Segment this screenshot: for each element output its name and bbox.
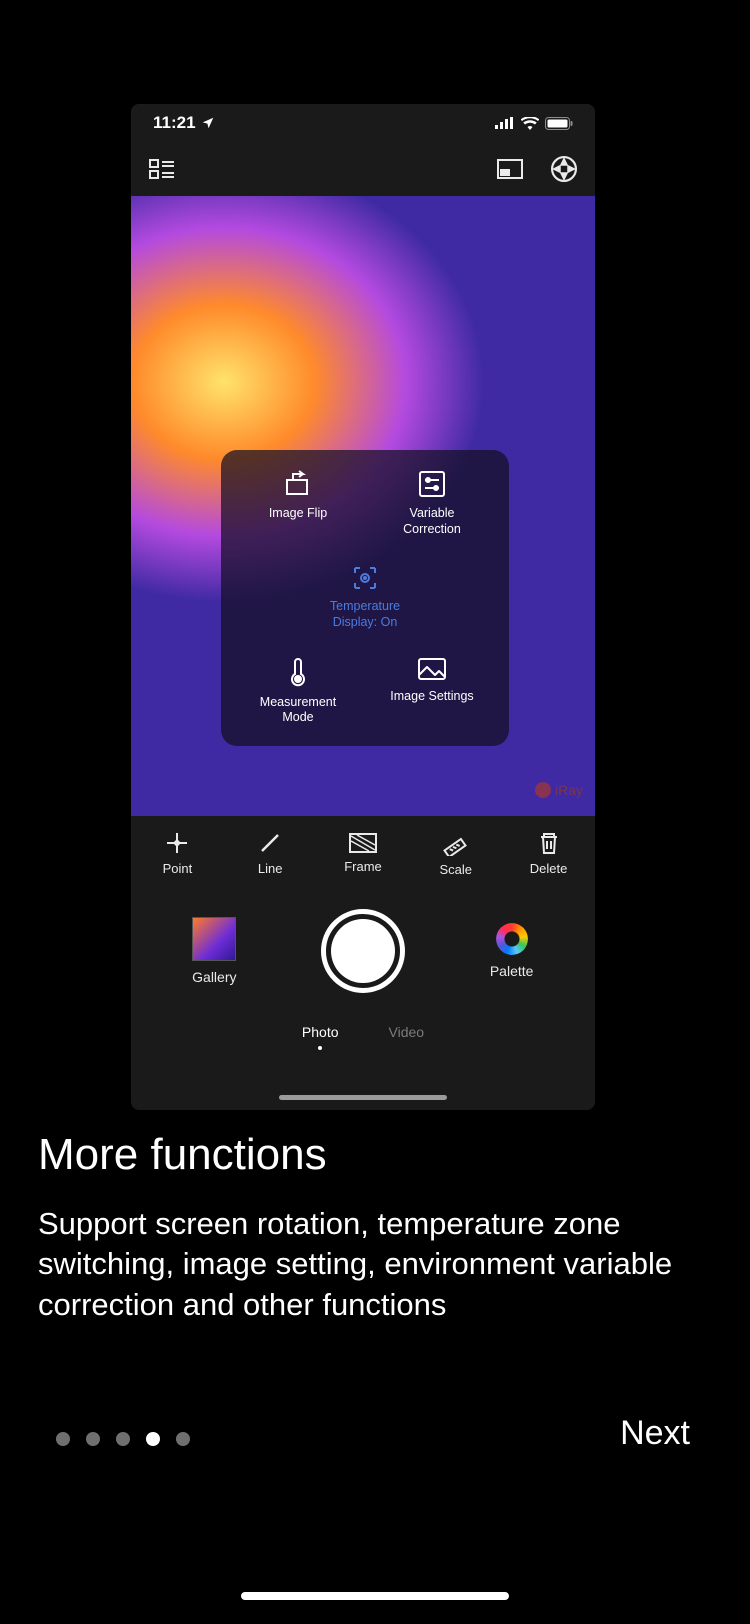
- brand-watermark: iRay: [535, 782, 583, 798]
- page-dot: [116, 1432, 130, 1446]
- palette-button[interactable]: Palette: [452, 923, 572, 979]
- page-dot: [86, 1432, 100, 1446]
- tool-delete-label: Delete: [510, 861, 588, 876]
- capture-row: Gallery Palette: [131, 886, 595, 1016]
- variable-correction-label: Variable Correction: [372, 506, 492, 537]
- thermometer-icon: [287, 657, 309, 687]
- line-icon: [258, 831, 282, 855]
- tool-scale-label: Scale: [417, 862, 495, 877]
- functions-panel: Image Flip Variable Correction Temperatu…: [221, 450, 509, 746]
- embedded-device-screenshot: 11:21 Image Flip: [131, 104, 595, 1110]
- image-icon: [417, 657, 447, 681]
- page-dot: [56, 1432, 70, 1446]
- mode-video[interactable]: Video: [389, 1024, 425, 1040]
- onboarding-title: More functions: [38, 1130, 327, 1180]
- frame-icon: [349, 833, 377, 853]
- image-settings-button[interactable]: Image Settings: [372, 657, 492, 726]
- brand-text: iRay: [555, 782, 583, 798]
- tool-point[interactable]: Point: [138, 831, 216, 876]
- palette-label: Palette: [452, 963, 572, 979]
- home-indicator: [241, 1592, 509, 1600]
- tool-frame-label: Frame: [324, 859, 402, 874]
- thermal-viewport: Image Flip Variable Correction Temperatu…: [131, 196, 595, 816]
- measurement-mode-label: Measurement Mode: [238, 695, 358, 726]
- list-view-icon[interactable]: [149, 159, 175, 179]
- measurement-mode-button[interactable]: Measurement Mode: [238, 657, 358, 726]
- shutter-aperture-icon[interactable]: [551, 156, 577, 182]
- flip-icon: [283, 470, 313, 498]
- variable-correction-button[interactable]: Variable Correction: [372, 470, 492, 537]
- device-home-indicator: [279, 1095, 447, 1100]
- measurement-toolbar: Point Line Frame Scale Delete: [131, 816, 595, 886]
- battery-icon: [545, 117, 573, 130]
- clock-text: 11:21: [153, 113, 196, 133]
- tool-point-label: Point: [138, 861, 216, 876]
- capture-modes: Photo Video: [131, 1016, 595, 1070]
- mode-photo[interactable]: Photo: [302, 1024, 339, 1050]
- shutter-button[interactable]: [321, 909, 405, 993]
- status-bar: 11:21: [131, 104, 595, 142]
- image-flip-label: Image Flip: [238, 506, 358, 522]
- tool-scale[interactable]: Scale: [417, 830, 495, 877]
- temperature-display-label: Temperature Display: On: [231, 598, 499, 631]
- point-icon: [165, 831, 189, 855]
- gallery-button[interactable]: Gallery: [154, 917, 274, 985]
- gallery-thumbnail: [192, 917, 236, 961]
- location-arrow-icon: [201, 116, 215, 130]
- tool-line[interactable]: Line: [231, 831, 309, 876]
- palette-wheel-icon: [496, 923, 528, 955]
- shutter-inner: [331, 919, 395, 983]
- tool-frame[interactable]: Frame: [324, 833, 402, 874]
- tool-line-label: Line: [231, 861, 309, 876]
- gallery-label: Gallery: [154, 969, 274, 985]
- sliders-icon: [418, 470, 446, 498]
- tool-delete[interactable]: Delete: [510, 831, 588, 876]
- page-indicator-dots: [56, 1432, 190, 1446]
- image-settings-label: Image Settings: [372, 689, 492, 705]
- ruler-icon: [443, 830, 469, 856]
- page-dot: [176, 1432, 190, 1446]
- next-button[interactable]: Next: [620, 1414, 690, 1453]
- page-dot-active: [146, 1432, 160, 1446]
- temperature-display-toggle[interactable]: Temperature Display: On: [231, 564, 499, 631]
- brand-dot-icon: [535, 782, 551, 798]
- crosshair-icon: [351, 564, 379, 592]
- wifi-icon: [521, 117, 539, 130]
- pip-icon[interactable]: [497, 159, 523, 179]
- image-flip-button[interactable]: Image Flip: [238, 470, 358, 537]
- trash-icon: [538, 831, 560, 855]
- status-time: 11:21: [153, 113, 215, 133]
- top-toolbar: [131, 142, 595, 196]
- onboarding-body: Support screen rotation, temperature zon…: [38, 1204, 702, 1325]
- cellular-icon: [495, 117, 515, 129]
